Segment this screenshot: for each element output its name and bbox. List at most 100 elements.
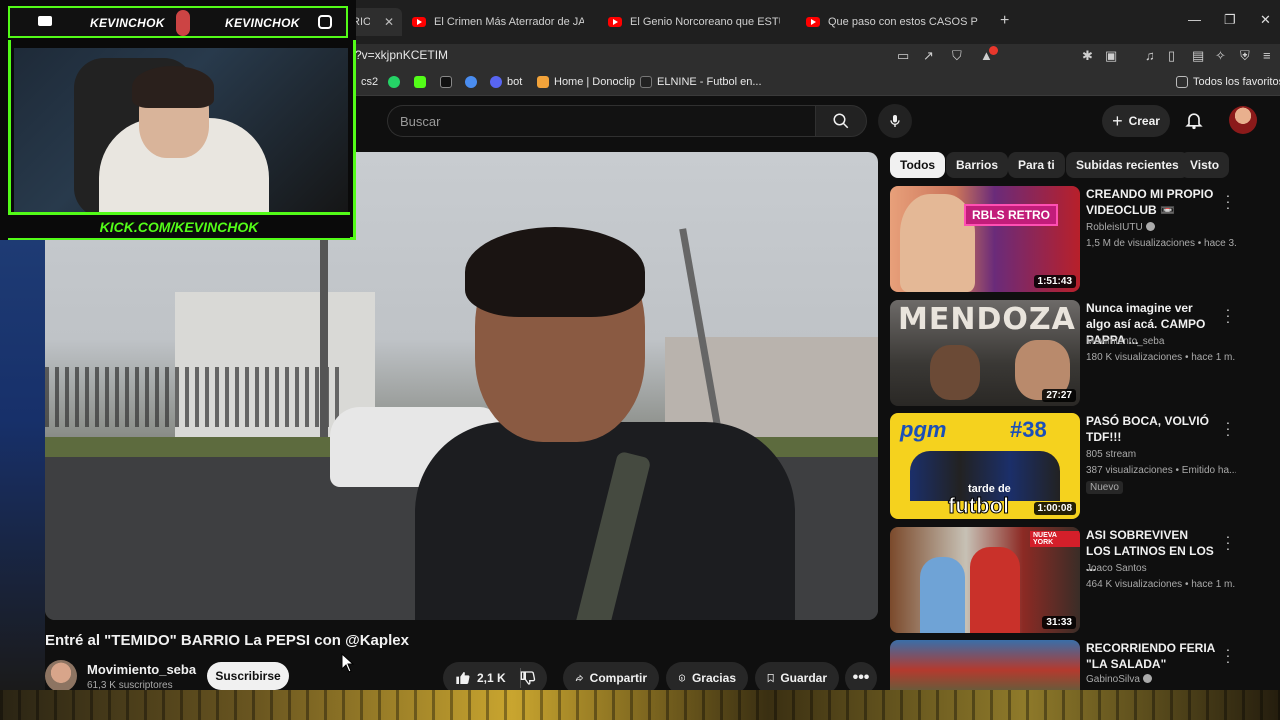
video-thumbnail[interactable]: RBLS RETRO 1:51:43 (890, 186, 1080, 292)
bookmark-kick[interactable] (414, 76, 426, 88)
chip-label: Subidas recientes (1076, 158, 1179, 172)
channel-name[interactable]: 805 stream (1086, 449, 1136, 460)
voice-search-button[interactable] (878, 104, 912, 138)
youtube-icon (806, 17, 820, 27)
mouse-cursor-icon (341, 653, 355, 673)
more-options-icon[interactable]: · · · (1223, 642, 1233, 668)
video-frame-pole (320, 232, 328, 452)
video-title: CREANDO MI PROPIO VIDEOCLUB 📼 (1086, 187, 1214, 217)
bookmark-donoclip[interactable]: Home | Donoclip (537, 76, 635, 88)
video-thumbnail[interactable]: NUEVA YORK 31:33 (890, 527, 1080, 633)
elnine-icon (640, 76, 652, 88)
search-button[interactable] (815, 105, 867, 137)
maximize-icon[interactable]: ❐ (1224, 12, 1236, 28)
stream-background-strip (0, 690, 1280, 720)
channel-label: GabinoSilva (1086, 674, 1140, 685)
new-badge: Nuevo (1086, 481, 1123, 494)
recommended-video[interactable]: RBLS RETRO 1:51:43 CREANDO MI PROPIO VID… (890, 186, 1250, 292)
subscribe-button[interactable]: Suscribirse (207, 662, 289, 690)
channel-name[interactable]: RobleisIUTU (1086, 222, 1155, 233)
thumbnail-person (920, 557, 965, 633)
video-stats: 1,5 M de visualizaciones • hace 3... (1086, 238, 1236, 249)
tab-4[interactable]: Que paso con estos CASOS PERTURE (798, 8, 988, 36)
webcam-person-hair (132, 66, 214, 108)
sidebar-icon[interactable]: ▯ (1168, 48, 1175, 64)
tiktok-icon (440, 76, 452, 88)
bookmark-bot[interactable]: bot (490, 76, 522, 88)
channel-name[interactable]: GabinoSilva (1086, 674, 1152, 685)
bookmark-elnine[interactable]: ELNINE - Futbol en... (640, 76, 762, 88)
kick-url: KICK.COM/KEVINCHOK (99, 218, 259, 235)
vpn-icon[interactable]: ⛨ (1240, 48, 1250, 64)
new-tab-icon[interactable]: + (1000, 12, 1009, 30)
account-avatar[interactable] (1229, 106, 1257, 134)
channel-name[interactable]: Movimiento_seba (87, 662, 196, 677)
notifications-button[interactable] (1184, 109, 1204, 136)
more-options-icon[interactable]: · · · (1223, 188, 1233, 214)
tab-3[interactable]: El Genio Norcoreano que ESTUDIÓ p (600, 8, 790, 36)
tab-2[interactable]: El Crimen Más Aterrador de JAPÓN | (404, 8, 594, 36)
video-thumbnail[interactable]: MENDOZA 27:27 (890, 300, 1080, 406)
bookmark-label: Home | Donoclip (554, 76, 636, 88)
leo-icon[interactable]: ✧ (1215, 48, 1226, 64)
menu-icon[interactable]: ≡ (1263, 48, 1271, 63)
close-window-icon[interactable]: ✕ (1260, 12, 1271, 28)
chip-label: Para ti (1018, 158, 1055, 172)
svg-text:$: $ (681, 676, 683, 680)
video-thumbnail[interactable]: pgm #38 tarde de futbol 1:00:08 (890, 413, 1080, 519)
bookmark-label: ELNINE - Futbol en... (657, 76, 762, 88)
url-text[interactable]: ?v=xkjpnKCETIM (355, 48, 448, 62)
super-thanks-icon: $ (678, 674, 685, 682)
extensions-icon[interactable]: ✱ (1082, 48, 1093, 64)
bookmark-all-favorites[interactable]: Todos los favoritos (1176, 76, 1280, 88)
overlay-footer: KICK.COM/KEVINCHOK (8, 212, 350, 238)
chip-para-ti[interactable]: Para ti (1008, 152, 1065, 178)
recommended-video[interactable]: pgm #38 tarde de futbol 1:00:08 PASÓ BOC… (890, 413, 1250, 519)
wallet-icon[interactable]: ▣ (1105, 48, 1117, 64)
donoclip-icon (537, 76, 549, 88)
cast-icon[interactable]: ▭ (897, 48, 909, 64)
video-duration: 1:00:08 (1033, 502, 1076, 515)
chip-barrios[interactable]: Barrios (946, 152, 1009, 178)
overlay-youtube-name: KEVINCHOK (90, 16, 165, 30)
video-frame-person (415, 227, 795, 620)
minimize-icon[interactable]: — (1188, 12, 1201, 27)
channel-name[interactable]: Joaco Santos (1086, 563, 1147, 574)
search-icon (833, 113, 849, 129)
recommended-video[interactable]: NUEVA YORK 31:33 ASI SOBREVIVEN LOS LATI… (890, 527, 1250, 633)
recommended-video[interactable]: RECORRIENDO FERIA "LA SALADA" GabinoSilv… (890, 640, 1250, 690)
bookmark-tiktok[interactable] (440, 76, 452, 88)
channel-label: RobleisIUTU (1086, 222, 1143, 233)
chip-label: Barrios (956, 158, 999, 172)
bell-icon (1185, 113, 1203, 130)
create-button[interactable]: + Crear (1102, 105, 1170, 137)
search-input[interactable]: Buscar (387, 105, 815, 137)
bookmark-icon (767, 673, 774, 683)
bookmark-chrome[interactable] (465, 76, 477, 88)
instagram-icon (318, 15, 332, 29)
chip-visto[interactable]: Visto (1180, 152, 1230, 178)
more-options-icon[interactable]: · · · (1223, 529, 1233, 555)
bookmark-label: Todos los favoritos (1193, 76, 1280, 88)
recommended-video[interactable]: MENDOZA 27:27 Nunca imagine ver algo así… (890, 300, 1250, 406)
chip-subidas-recientes[interactable]: Subidas recientes (1066, 152, 1189, 178)
wallet-icon[interactable]: ▤ (1192, 48, 1204, 64)
more-options-icon[interactable]: · · · (1223, 302, 1233, 328)
channel-name[interactable]: Movimiento_seba (1086, 336, 1164, 347)
channel-avatar[interactable] (45, 660, 77, 692)
more-options-icon[interactable]: · · · (1223, 415, 1233, 441)
music-icon[interactable]: ♫ (1145, 48, 1155, 63)
thumbnail-text: #38 (1010, 417, 1047, 442)
thanks-label: Gracias (691, 671, 736, 685)
video-thumbnail[interactable] (890, 640, 1080, 690)
brave-shield-icon[interactable]: ⛉ (952, 48, 962, 64)
close-tab-icon[interactable]: ✕ (384, 15, 394, 29)
chip-todos[interactable]: Todos (890, 152, 946, 178)
thumbnail-text: futbol (947, 493, 1010, 519)
discord-icon (490, 76, 502, 88)
bookmark-whatsapp[interactable] (388, 76, 400, 88)
video-title: Entré al "TEMIDO" BARRIO La PEPSI con @K… (45, 632, 409, 649)
webcam-feed (14, 48, 348, 218)
share-icon[interactable]: ↗ (923, 48, 934, 64)
bookmark-cs2[interactable]: cs2 (361, 76, 378, 88)
